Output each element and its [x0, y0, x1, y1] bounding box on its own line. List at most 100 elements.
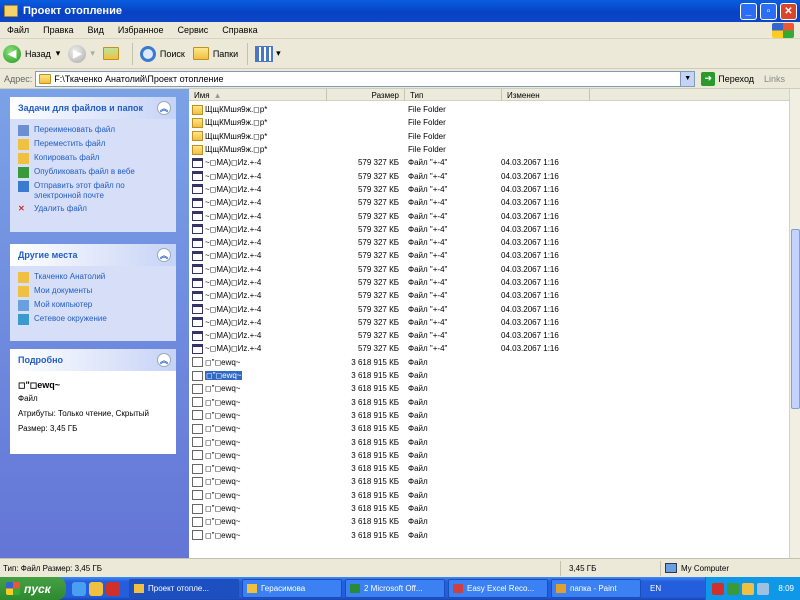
table-row[interactable]: ◻"◻ewq~ 3 618 915 КБ Файл — [189, 409, 789, 422]
address-dropdown-icon[interactable]: ▼ — [680, 71, 695, 86]
file-type: Файл "+-4" — [408, 238, 448, 248]
menu-file[interactable]: Файл — [0, 25, 36, 35]
ie-icon[interactable] — [72, 581, 86, 596]
table-row[interactable]: ЩщКМшя9ж.◻р* File Folder — [189, 103, 789, 116]
file-name-cell: ~◻МА)◻Иz.+-4 — [192, 290, 261, 301]
task-link[interactable]: Мои документы — [18, 286, 168, 297]
table-row[interactable]: ЩщКМшя9ж.◻р* File Folder — [189, 116, 789, 129]
file-icon — [192, 330, 203, 341]
column-modified[interactable]: Изменен — [502, 89, 590, 101]
collapse-chevron-icon[interactable]: ︽ — [157, 101, 171, 115]
task-link[interactable]: Отправить этот файл по электронной почте — [18, 181, 168, 201]
table-row[interactable]: ~◻МА)◻Иz.+-4 579 327 КБ Файл "+-4" 04.03.20… — [189, 223, 789, 236]
taskbar-task-button[interactable]: 2 Microsoft Off... — [345, 579, 445, 598]
taskbar-task-button[interactable]: Проект отопле... — [129, 579, 239, 598]
opera-icon[interactable] — [106, 581, 120, 596]
task-link[interactable]: Копировать файл — [18, 153, 168, 164]
table-row[interactable]: ~◻МА)◻Иz.+-4 579 327 КБ Файл "+-4" 04.03.20… — [189, 249, 789, 262]
file-icon — [192, 450, 203, 461]
task-link[interactable]: Сетевое окружение — [18, 314, 168, 325]
table-row[interactable]: ◻"◻ewq~ 3 618 915 КБ Файл — [189, 356, 789, 369]
vertical-scrollbar[interactable] — [789, 89, 800, 558]
column-size[interactable]: Размер — [327, 89, 405, 101]
table-row[interactable]: ◻"◻ewq~ 3 618 915 КБ Файл — [189, 422, 789, 435]
task-link[interactable]: Переместить файл — [18, 139, 168, 150]
language-indicator[interactable]: EN — [650, 584, 661, 593]
address-input[interactable]: F:\Ткаченко Анатолий\Проект отопление ▼ — [35, 70, 696, 87]
table-row[interactable]: ◻"◻ewq~ 3 618 915 КБ Файл — [189, 502, 789, 515]
table-row[interactable]: ~◻МА)◻Иz.+-4 579 327 КБ Файл "+-4" 04.03.20… — [189, 276, 789, 289]
clock[interactable]: 8:09 — [778, 584, 794, 593]
task-link[interactable]: Переименовать файл — [18, 125, 168, 136]
menu-help[interactable]: Справка — [215, 25, 264, 35]
table-row[interactable]: ~◻МА)◻Иz.+-4 579 327 КБ Файл "+-4" 04.03.20… — [189, 329, 789, 342]
tray-app-icon[interactable] — [727, 582, 740, 595]
table-row[interactable]: ЩщКМшя9ж.◻р* File Folder — [189, 130, 789, 143]
tray-app-icon[interactable] — [742, 582, 755, 595]
details-header[interactable]: Подробно ︽ — [10, 349, 176, 371]
table-row[interactable]: ◻"◻ewq~ 3 618 915 КБ Файл — [189, 489, 789, 502]
back-button[interactable]: ◀ Назад ▾ — [0, 42, 63, 66]
folders-button[interactable]: Папки — [190, 42, 241, 66]
table-row[interactable]: ◻"◻ewq~ 3 618 915 КБ Файл — [189, 529, 789, 542]
file-tasks-header[interactable]: Задачи для файлов и папок ︽ — [10, 97, 176, 119]
table-row[interactable]: ◻"◻ewq~ 3 618 915 КБ Файл — [189, 449, 789, 462]
antivirus-icon[interactable] — [712, 582, 725, 595]
column-type[interactable]: Тип — [405, 89, 502, 101]
taskbar-task-button[interactable]: Герасимова — [242, 579, 342, 598]
table-row[interactable]: ~◻МА)◻Иz.+-4 579 327 КБ Файл "+-4" 04.03.20… — [189, 236, 789, 249]
title-bar[interactable]: Проект отопление _ ▫ ✕ — [0, 0, 800, 22]
scrollbar-thumb[interactable] — [791, 229, 800, 409]
table-row[interactable]: ~◻МА)◻Иz.+-4 579 327 КБ Файл "+-4" 04.03.20… — [189, 183, 789, 196]
file-name-cell: ◻"◻ewq~ — [192, 397, 240, 408]
start-button[interactable]: пуск — [0, 577, 66, 600]
explorer-icon[interactable] — [89, 581, 103, 596]
collapse-chevron-icon[interactable]: ︽ — [157, 248, 171, 262]
forward-dropdown-icon[interactable]: ▾ — [90, 48, 95, 59]
table-row[interactable]: ~◻МА)◻Иz.+-4 579 327 КБ Файл "+-4" 04.03.20… — [189, 169, 789, 182]
menu-edit[interactable]: Правка — [36, 25, 80, 35]
table-row[interactable]: ~◻МА)◻Иz.+-4 579 327 КБ Файл "+-4" 04.03.20… — [189, 156, 789, 169]
minimize-button[interactable]: _ — [740, 2, 757, 20]
forward-button[interactable]: ▶ ▾ — [65, 42, 98, 66]
table-row[interactable]: ◻"◻ewq~ 3 618 915 КБ Файл — [189, 369, 789, 382]
table-row[interactable]: ◻"◻ewq~ 3 618 915 КБ Файл — [189, 515, 789, 528]
task-link[interactable]: ✕ Удалить файл — [18, 204, 168, 215]
table-row[interactable]: ◻"◻ewq~ 3 618 915 КБ Файл — [189, 435, 789, 448]
table-row[interactable]: ~◻МА)◻Иz.+-4 579 327 КБ Файл "+-4" 04.03.20… — [189, 342, 789, 355]
search-button[interactable]: Поиск — [137, 42, 188, 66]
menu-tools[interactable]: Сервис — [170, 25, 215, 35]
collapse-chevron-icon[interactable]: ︽ — [157, 353, 171, 367]
table-row[interactable]: ~◻МА)◻Иz.+-4 579 327 КБ Файл "+-4" 04.03.20… — [189, 302, 789, 315]
back-dropdown-icon[interactable]: ▾ — [56, 48, 61, 59]
other-places-header[interactable]: Другие места ︽ — [10, 244, 176, 266]
task-link[interactable]: Мой компьютер — [18, 300, 168, 311]
views-button[interactable]: ▾ — [252, 42, 284, 66]
menu-view[interactable]: Вид — [81, 25, 111, 35]
table-row[interactable]: ЩщКМшя9ж.◻р* File Folder — [189, 143, 789, 156]
table-row[interactable]: ~◻МА)◻Иz.+-4 579 327 КБ Файл "+-4" 04.03.20… — [189, 196, 789, 209]
table-row[interactable]: ◻"◻ewq~ 3 618 915 КБ Файл — [189, 475, 789, 488]
task-link[interactable]: Ткаченко Анатолий — [18, 272, 168, 283]
taskbar-task-button[interactable]: папка - Paint — [551, 579, 641, 598]
table-row[interactable]: ◻"◻ewq~ 3 618 915 КБ Файл — [189, 462, 789, 475]
back-label: Назад — [25, 48, 51, 59]
file-name-cell: ~◻МА)◻Иz.+-4 — [192, 237, 261, 248]
table-row[interactable]: ~◻МА)◻Иz.+-4 579 327 КБ Файл "+-4" 04.03.20… — [189, 316, 789, 329]
file-type: Файл — [408, 504, 428, 514]
table-row[interactable]: ◻"◻ewq~ 3 618 915 КБ Файл — [189, 382, 789, 395]
volume-icon[interactable] — [757, 582, 770, 595]
table-row[interactable]: ◻"◻ewq~ 3 618 915 КБ Файл — [189, 396, 789, 409]
table-row[interactable]: ~◻МА)◻Иz.+-4 579 327 КБ Файл "+-4" 04.03.20… — [189, 289, 789, 302]
close-button[interactable]: ✕ — [780, 2, 797, 20]
up-folder-button[interactable] — [100, 42, 126, 66]
go-button[interactable]: ➜ Переход — [701, 71, 754, 86]
table-row[interactable]: ~◻МА)◻Иz.+-4 579 327 КБ Файл "+-4" 04.03.20… — [189, 209, 789, 222]
menu-favorites[interactable]: Избранное — [111, 25, 171, 35]
task-link[interactable]: Опубликовать файл в вебе — [18, 167, 168, 178]
maximize-button[interactable]: ▫ — [760, 2, 777, 20]
table-row[interactable]: ~◻МА)◻Иz.+-4 579 327 КБ Файл "+-4" 04.03.20… — [189, 263, 789, 276]
links-button[interactable]: Links — [764, 74, 785, 84]
taskbar-task-button[interactable]: Easy Excel Reco... — [448, 579, 548, 598]
column-name[interactable]: Имя ▲ — [189, 89, 327, 101]
